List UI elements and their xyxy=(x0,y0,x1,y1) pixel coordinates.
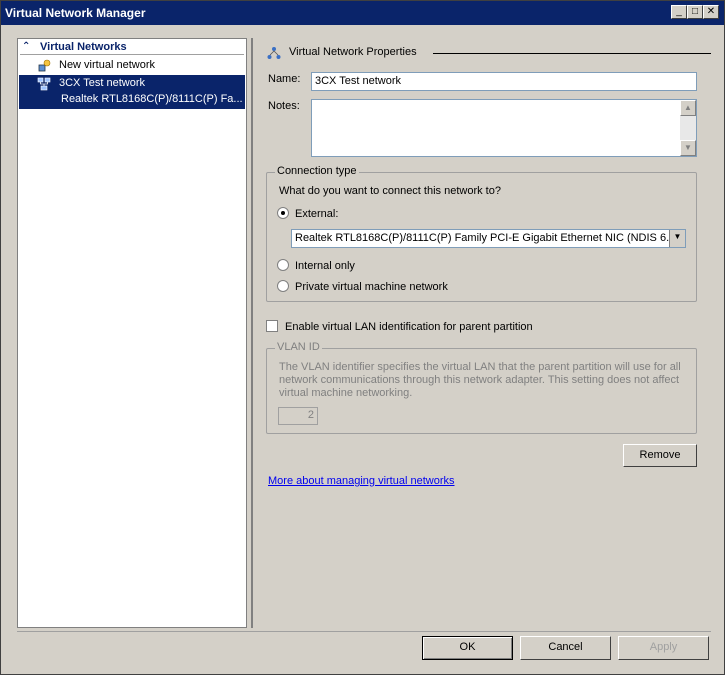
cancel-button[interactable]: Cancel xyxy=(520,636,611,660)
private-network-label[interactable]: Private virtual machine network xyxy=(295,281,448,293)
external-label[interactable]: External: xyxy=(295,208,338,220)
enable-vlan-label[interactable]: Enable virtual LAN identification for pa… xyxy=(285,321,533,333)
notes-label: Notes: xyxy=(268,100,300,112)
section-divider xyxy=(433,53,711,54)
maximize-button[interactable]: □ xyxy=(687,5,703,19)
connection-type-group: Connection type What do you want to conn… xyxy=(266,165,697,302)
properties-pane: Virtual Network Properties Name: 3CX Tes… xyxy=(251,38,711,628)
close-button[interactable]: ✕ xyxy=(703,5,719,19)
tree-item-label: 3CX Test network xyxy=(59,77,146,89)
bottom-divider xyxy=(17,631,711,632)
private-network-radio[interactable] xyxy=(277,280,289,292)
properties-section-header: Virtual Network Properties xyxy=(267,46,711,60)
remove-button[interactable]: Remove xyxy=(623,444,697,467)
network-properties-icon xyxy=(267,47,281,59)
scroll-down-icon[interactable]: ▼ xyxy=(680,140,696,156)
ok-button[interactable]: OK xyxy=(422,636,513,660)
minimize-button[interactable]: _ xyxy=(671,5,687,19)
virtual-network-manager-window: Virtual Network Manager _ □ ✕ ⌃ Virtual … xyxy=(0,0,725,675)
vlan-description: The VLAN identifier specifies the virtua… xyxy=(279,361,681,399)
more-about-virtual-networks-link[interactable]: More about managing virtual networks xyxy=(268,475,454,487)
external-radio[interactable] xyxy=(277,207,289,219)
section-title: Virtual Network Properties xyxy=(289,46,417,58)
tree-header-label: Virtual Networks xyxy=(40,41,127,53)
external-adapter-value: Realtek RTL8168C(P)/8111C(P) Family PCI-… xyxy=(295,232,679,244)
virtual-networks-tree: ⌃ Virtual Networks New virtual network 3… xyxy=(17,38,247,628)
tree-item-label: New virtual network xyxy=(59,59,155,71)
internal-only-radio[interactable] xyxy=(277,259,289,271)
external-adapter-select[interactable]: Realtek RTL8168C(P)/8111C(P) Family PCI-… xyxy=(291,229,686,248)
apply-button[interactable]: Apply xyxy=(618,636,709,660)
title-bar[interactable]: Virtual Network Manager _ □ ✕ xyxy=(1,1,724,25)
name-input[interactable]: 3CX Test network xyxy=(311,72,697,91)
enable-vlan-checkbox[interactable] xyxy=(266,320,278,332)
network-icon xyxy=(37,77,51,91)
dropdown-arrow-icon[interactable]: ▼ xyxy=(669,230,685,247)
internal-only-label[interactable]: Internal only xyxy=(295,260,355,272)
vlan-id-group: VLAN ID The VLAN identifier specifies th… xyxy=(266,341,697,434)
tree-item-sublabel: Realtek RTL8168C(P)/8111C(P) Fa... xyxy=(61,93,243,105)
notes-textarea[interactable]: ▲ ▼ xyxy=(311,99,697,157)
vlan-id-input[interactable]: 2 xyxy=(278,407,318,425)
name-label: Name: xyxy=(268,73,301,85)
connection-type-title: Connection type xyxy=(275,165,359,177)
collapse-chevron-icon[interactable]: ⌃ xyxy=(22,41,30,52)
notes-scrollbar[interactable]: ▲ ▼ xyxy=(680,100,696,156)
tree-item-new-virtual-network[interactable]: New virtual network xyxy=(19,57,245,75)
scroll-up-icon[interactable]: ▲ xyxy=(680,100,696,116)
vlan-id-title: VLAN ID xyxy=(275,341,322,353)
connection-question: What do you want to connect this network… xyxy=(279,185,501,197)
new-network-icon xyxy=(38,59,51,72)
tree-item-3cx-test-network[interactable]: 3CX Test network Realtek RTL8168C(P)/811… xyxy=(19,75,245,109)
tree-header-virtual-networks[interactable]: ⌃ Virtual Networks xyxy=(20,41,244,55)
window-title: Virtual Network Manager xyxy=(5,6,146,20)
